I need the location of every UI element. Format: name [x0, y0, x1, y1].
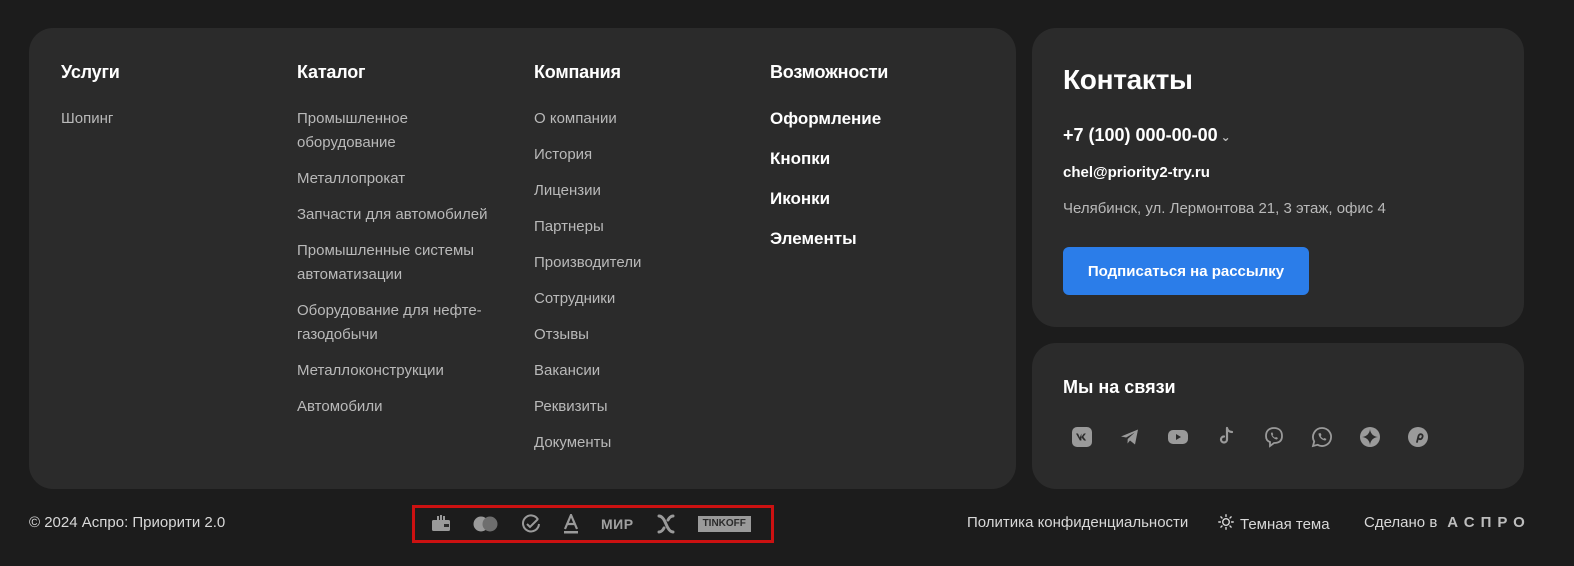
menu-link[interactable]: Шопинг: [61, 107, 261, 131]
menu-link[interactable]: Сотрудники: [534, 287, 734, 311]
contacts-panel: Контакты +7 (100) 000-00-00 ⌄ chel@priori…: [1032, 28, 1524, 327]
menu-link[interactable]: Иконки: [770, 187, 970, 211]
phone-number[interactable]: +7 (100) 000-00-00: [1063, 125, 1218, 145]
menu-link[interactable]: Металлоконструкции: [297, 359, 507, 383]
viber-icon[interactable]: [1262, 425, 1286, 449]
menu-heading-features[interactable]: Возможности: [770, 62, 970, 83]
menu-link[interactable]: Автомобили: [297, 395, 507, 419]
menu-column-catalog: Каталог Промышленное оборудование Металл…: [297, 62, 507, 431]
menu-column-company: Компания О компании История Лицензии Пар…: [534, 62, 734, 467]
email-link[interactable]: chel@priority2-try.ru: [1063, 164, 1210, 181]
menu-link[interactable]: Металлопрокат: [297, 167, 507, 191]
sbp-check-icon: [521, 513, 541, 535]
menu-link[interactable]: Оформление: [770, 107, 970, 131]
youtube-icon[interactable]: [1166, 425, 1190, 449]
privacy-policy-link[interactable]: Политика конфиденциальности: [967, 514, 1188, 531]
menu-link[interactable]: Отзывы: [534, 323, 734, 347]
menu-link[interactable]: Лицензии: [534, 179, 734, 203]
chevron-down-icon[interactable]: ⌄: [1221, 130, 1231, 144]
address-text: Челябинск, ул. Лермонтова 21, 3 этаж, оф…: [1063, 200, 1386, 217]
phone-link[interactable]: +7 (100) 000-00-00 ⌄: [1063, 125, 1231, 146]
aspro-logo[interactable]: АСПРО: [1447, 514, 1531, 531]
menu-link[interactable]: Запчасти для автомобилей: [297, 203, 507, 227]
menu-link[interactable]: История: [534, 143, 734, 167]
pinterest-icon[interactable]: [1406, 425, 1430, 449]
menu-heading-company[interactable]: Компания: [534, 62, 734, 83]
tinkoff-icon: TINKOFF: [697, 516, 751, 532]
theme-toggle[interactable]: Темная тема: [1218, 514, 1330, 534]
menu-link[interactable]: Промышленные системы автоматизации: [297, 239, 507, 287]
payment-methods: МИР TINKOFF: [412, 505, 774, 543]
menu-link[interactable]: О компании: [534, 107, 734, 131]
social-panel: Мы на связи: [1032, 343, 1524, 489]
made-by-label: Сделано в: [1364, 514, 1438, 531]
menu-heading-catalog[interactable]: Каталог: [297, 62, 507, 83]
zen-icon[interactable]: [1358, 425, 1382, 449]
tiktok-icon[interactable]: [1214, 425, 1238, 449]
menu-link[interactable]: Оборудование для нефте-газодобычи: [297, 299, 507, 347]
footer-menu-panel: Услуги Шопинг Каталог Промышленное обору…: [29, 28, 1016, 489]
menu-link[interactable]: Реквизиты: [534, 395, 734, 419]
menu-heading-services[interactable]: Услуги: [61, 62, 261, 83]
vk-icon[interactable]: [1070, 425, 1094, 449]
wallet-icon: [431, 513, 451, 535]
subscribe-button[interactable]: Подписаться на рассылку: [1063, 247, 1309, 295]
social-title: Мы на связи: [1063, 377, 1176, 397]
theme-label[interactable]: Темная тема: [1240, 516, 1330, 533]
menu-column-features: Возможности Оформление Кнопки Иконки Эле…: [770, 62, 970, 267]
mastercard-icon: [473, 513, 499, 535]
menu-link[interactable]: Документы: [534, 431, 734, 455]
made-by: Сделано в АСПРО: [1364, 514, 1531, 531]
whatsapp-icon[interactable]: [1310, 425, 1334, 449]
social-icons: [1070, 425, 1430, 449]
copyright-text: © 2024 Аспро: Приорити 2.0: [29, 514, 226, 531]
alfa-icon: [563, 513, 579, 535]
menu-link[interactable]: Производители: [534, 251, 734, 275]
x-pay-icon: [656, 513, 676, 535]
menu-link[interactable]: Промышленное оборудование: [297, 107, 507, 155]
sun-icon: [1218, 514, 1234, 534]
menu-link[interactable]: Вакансии: [534, 359, 734, 383]
menu-link[interactable]: Элементы: [770, 227, 970, 251]
menu-link[interactable]: Партнеры: [534, 215, 734, 239]
contacts-title: Контакты: [1063, 64, 1193, 95]
menu-link[interactable]: Кнопки: [770, 147, 970, 171]
menu-column-services: Услуги Шопинг: [61, 62, 261, 143]
mir-icon: МИР: [601, 516, 634, 532]
telegram-icon[interactable]: [1118, 425, 1142, 449]
